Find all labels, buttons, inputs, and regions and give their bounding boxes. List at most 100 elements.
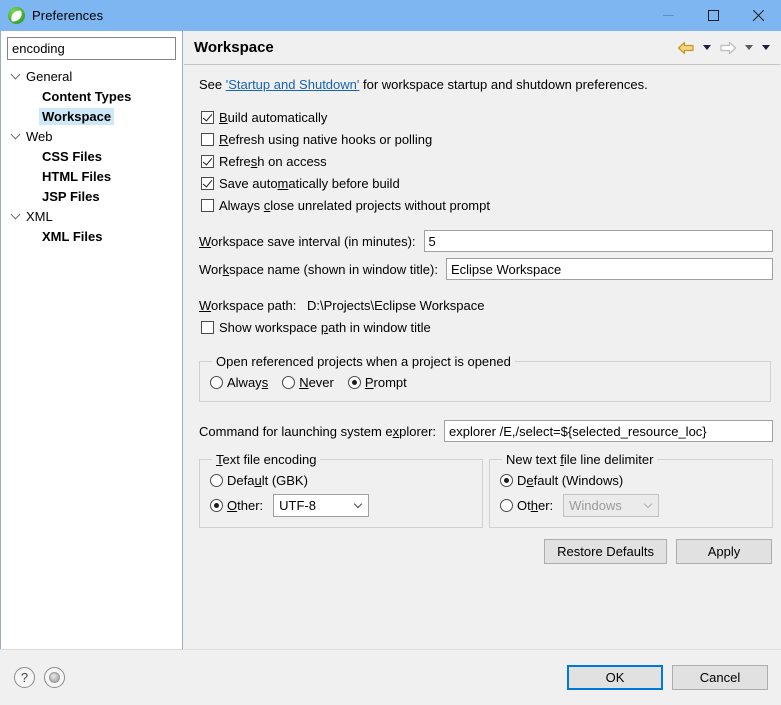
ok-button[interactable]: OK: [567, 665, 663, 690]
radio-prompt[interactable]: [347, 375, 361, 389]
search-box[interactable]: [7, 37, 208, 60]
filter-search-wrapper: [1, 31, 208, 64]
window-controls: [646, 0, 781, 31]
chevron-down-icon: [638, 499, 658, 508]
search-input[interactable]: [8, 38, 192, 59]
sidebar-item-workspace[interactable]: Workspace: [1, 106, 182, 126]
checkbox-label: Refresh using native hooks or polling: [219, 131, 433, 147]
maximize-button[interactable]: [691, 0, 736, 31]
workspace-path-value: D:\Projects\Eclipse Workspace: [306, 298, 485, 313]
text-file-encoding-group: Text file encoding Default (GBK) Other: …: [199, 452, 483, 528]
radio-always[interactable]: [210, 375, 223, 389]
sidebar-item-label: XML Files: [42, 228, 103, 244]
restore-defaults-button[interactable]: Restore Defaults: [544, 539, 667, 564]
referenced-projects-option-never[interactable]: Never: [282, 375, 334, 390]
eclipse-leaf-icon: [8, 7, 25, 24]
line-delimiter-group: New text file line delimiter Default (Wi…: [489, 452, 773, 528]
checkbox-label: Save automatically before build: [219, 175, 400, 191]
back-history-chevron-down-icon[interactable]: [700, 37, 714, 59]
referenced-projects-radio-row: Always Never Prompt: [210, 371, 760, 393]
referenced-projects-option-prompt[interactable]: Prompt: [347, 374, 407, 390]
back-arrow-icon[interactable]: [675, 37, 697, 59]
encoding-other-radio-row[interactable]: Other: UTF-8: [210, 491, 472, 519]
sidebar-item-html-files[interactable]: HTML Files: [1, 166, 182, 186]
sidebar-item-xml[interactable]: XML: [1, 206, 182, 226]
sidebar-item-label: Content Types: [42, 88, 132, 104]
close-button[interactable]: [736, 0, 781, 31]
dialog-body: General Content Types Workspace Web CSS File…: [0, 31, 781, 705]
preferences-tray-icon[interactable]: [44, 667, 65, 688]
show-path-checkbox-row[interactable]: Show workspace path in window title: [201, 316, 773, 338]
footer-buttons: OK Cancel: [567, 665, 768, 690]
page-description: See 'Startup and Shutdown' for workspace…: [199, 77, 773, 92]
startup-shutdown-link[interactable]: 'Startup and Shutdown': [226, 77, 360, 92]
radio-never[interactable]: [282, 375, 296, 389]
chevron-down-icon: [348, 499, 368, 508]
workspace-path-row: Workspace path: D:\Projects\Eclipse Work…: [199, 298, 773, 313]
encoding-default-radio[interactable]: [210, 473, 223, 487]
sidebar-item-xml-files[interactable]: XML Files: [1, 226, 182, 246]
cancel-button[interactable]: Cancel: [672, 665, 768, 690]
checkbox-row-1[interactable]: Refresh using native hooks or polling: [201, 128, 773, 150]
chevron-down-icon: [7, 129, 23, 140]
sidebar-item-web[interactable]: Web: [1, 126, 182, 146]
workspace-checkbox-group: Build automatically Refresh using native …: [201, 106, 773, 216]
checkbox-save-automatically-before-build[interactable]: [201, 176, 214, 190]
radio-label: Never: [299, 374, 334, 390]
checkbox-row-2[interactable]: Refresh on access: [201, 150, 773, 172]
referenced-projects-option-always[interactable]: Always: [210, 375, 268, 390]
checkbox-row-0[interactable]: Build automatically: [201, 106, 773, 128]
sidebar-item-css-files[interactable]: CSS Files: [1, 146, 182, 166]
preferences-tree[interactable]: General Content Types Workspace Web CSS File…: [1, 64, 182, 668]
minimize-icon: [663, 15, 674, 16]
delimiter-other-label: Other:: [517, 497, 554, 513]
checkbox-refresh-using-native-hooks-or-polling[interactable]: [201, 132, 214, 146]
page-title: Workspace: [194, 39, 274, 56]
encoding-combo[interactable]: UTF-8: [273, 493, 370, 517]
radio-label: Always: [227, 374, 269, 390]
workspace-name-input[interactable]: [445, 258, 773, 280]
radio-label: Prompt: [364, 374, 407, 390]
checkbox-always-close-unrelated-projects-without-prompt[interactable]: [201, 198, 214, 212]
question-mark-icon[interactable]: ?: [14, 667, 35, 688]
delimiter-other-radio-row[interactable]: Other: Windows: [500, 491, 762, 519]
show-workspace-path-checkbox[interactable]: [201, 320, 214, 334]
delimiter-other-radio[interactable]: [500, 498, 513, 512]
save-interval-label: Workspace save interval (in minutes):: [199, 233, 416, 249]
referenced-projects-group: Open referenced projects when a project …: [199, 354, 771, 402]
encoding-default-label: Default (GBK): [227, 472, 308, 488]
minimize-button[interactable]: [646, 0, 691, 31]
sidebar-item-label: CSS Files: [42, 148, 102, 164]
sidebar-item-general[interactable]: General: [1, 66, 182, 86]
save-interval-input[interactable]: [423, 230, 773, 252]
apply-button[interactable]: Apply: [676, 539, 772, 564]
sidebar-item-label: Workspace: [39, 107, 115, 125]
system-explorer-input[interactable]: [444, 420, 773, 442]
workspace-name-row: Workspace name (shown in window title):: [199, 258, 773, 280]
preferences-dialog: Preferences encoding General Content Typ…: [0, 0, 781, 705]
close-icon: [752, 9, 765, 22]
checkbox-row-4[interactable]: Always close unrelated projects without …: [201, 194, 773, 216]
description-prefix: See: [199, 77, 226, 92]
encoding-other-radio[interactable]: [210, 498, 223, 512]
page-menu-chevron-down-icon[interactable]: [759, 37, 773, 59]
sidebar-item-label: General: [26, 68, 73, 84]
encoding-default-radio-row[interactable]: Default (GBK): [210, 469, 472, 491]
sidebar-item-jsp-files[interactable]: JSP Files: [1, 186, 182, 206]
save-interval-label-text: orkspace save interval (in minutes):: [211, 233, 416, 249]
page-content: See 'Startup and Shutdown' for workspace…: [183, 65, 781, 669]
checkbox-label: Refresh on access: [219, 153, 327, 169]
delimiter-default-radio[interactable]: [500, 473, 513, 487]
title-bar: Preferences: [0, 0, 781, 31]
checkbox-refresh-on-access[interactable]: [201, 154, 214, 168]
referenced-projects-legend: Open referenced projects when a project …: [216, 354, 511, 369]
delimiter-default-radio-row[interactable]: Default (Windows): [500, 469, 762, 491]
checkbox-row-3[interactable]: Save automatically before build: [201, 172, 773, 194]
checkbox-build-automatically[interactable]: [201, 110, 214, 124]
page-header: Workspace: [183, 31, 781, 64]
sidebar-item-content-types[interactable]: Content Types: [1, 86, 182, 106]
forward-history-chevron-down-icon[interactable]: [742, 37, 756, 59]
delimiter-combo: Windows: [563, 493, 660, 517]
sidebar-item-label: XML: [26, 208, 53, 224]
window-title: Preferences: [32, 8, 104, 23]
